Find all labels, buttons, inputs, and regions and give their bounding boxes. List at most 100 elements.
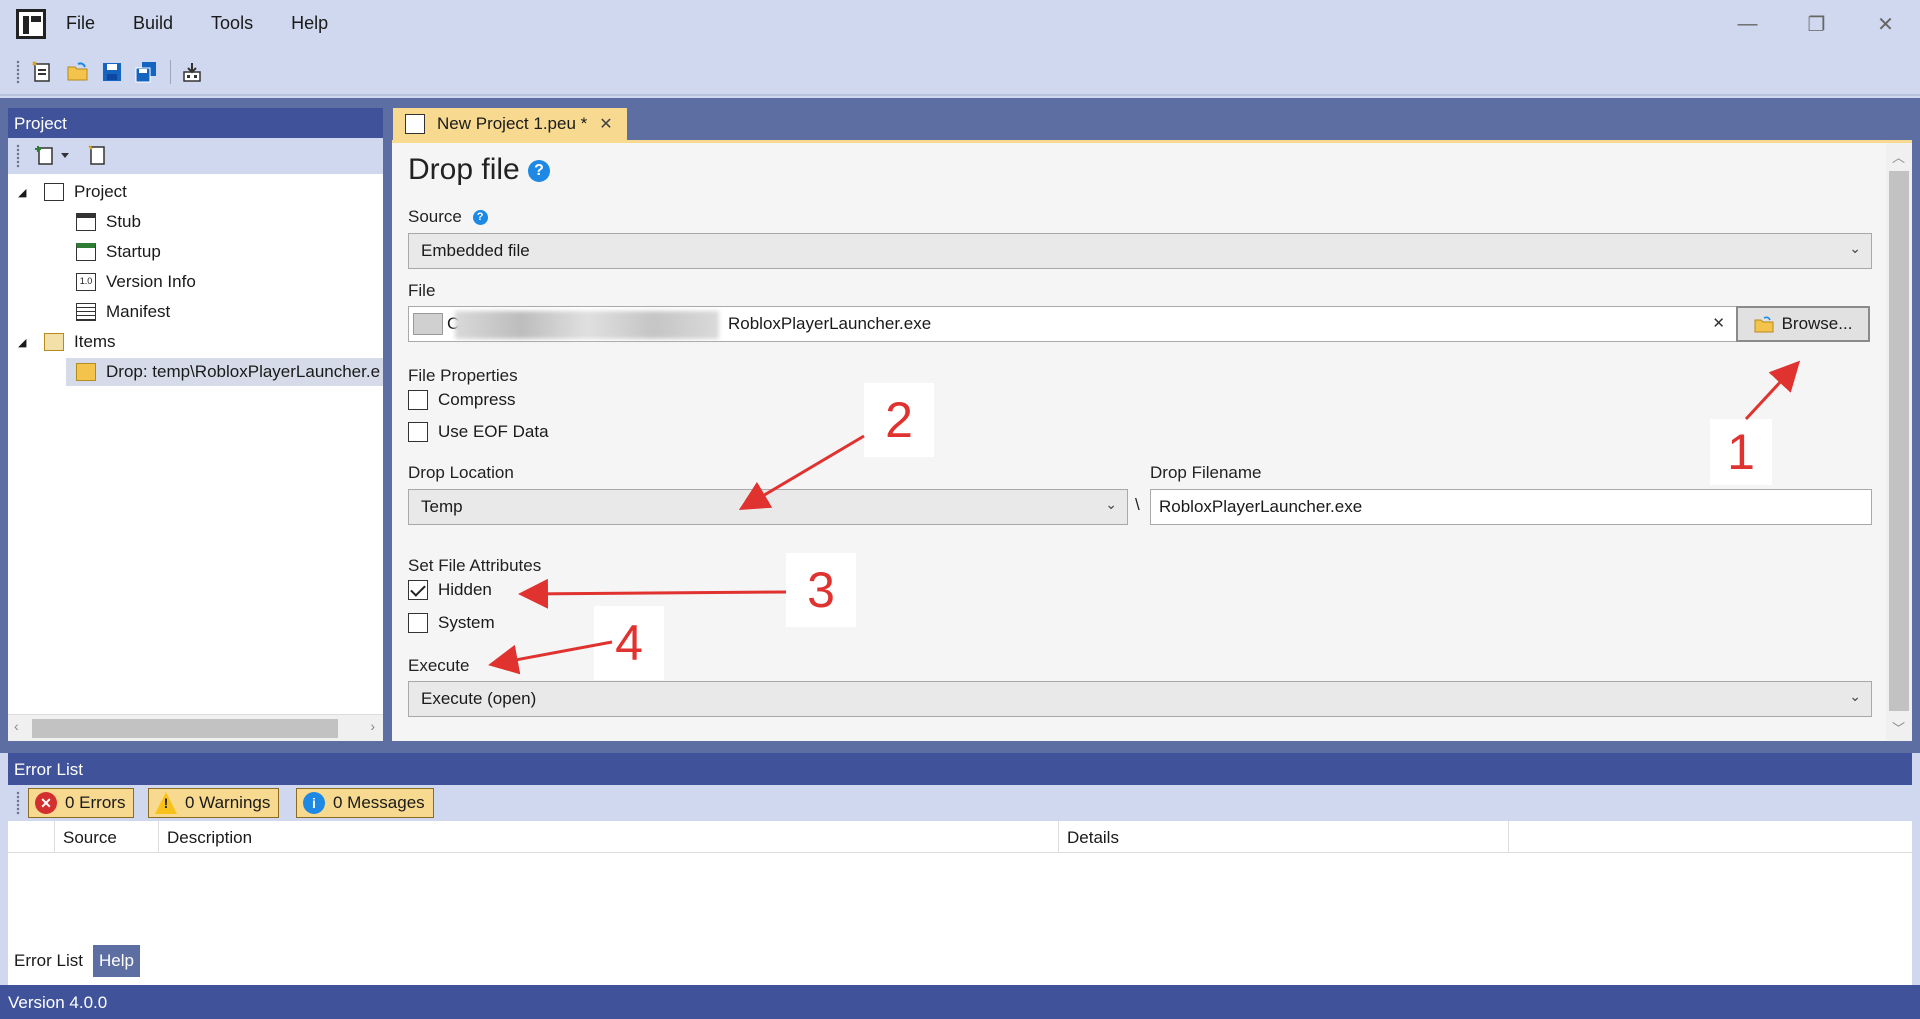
- panel-toolbar-grip[interactable]: [16, 144, 20, 168]
- title-bar: File Build Tools Help — ❐ ✕: [0, 0, 1920, 48]
- drop-location-dropdown[interactable]: Temp ⌄: [408, 489, 1128, 525]
- tree-item-items[interactable]: ◢ Items: [18, 328, 116, 356]
- compress-checkbox-box[interactable]: [408, 390, 428, 410]
- tree-item-manifest[interactable]: Manifest: [76, 298, 170, 326]
- scroll-down-icon[interactable]: ﹀: [1892, 718, 1905, 737]
- tab-help[interactable]: Help: [92, 945, 140, 977]
- tree-item-stub[interactable]: Stub: [76, 208, 141, 236]
- clear-file-icon[interactable]: ✕: [1712, 314, 1725, 332]
- hidden-checkbox-box[interactable]: [408, 580, 428, 600]
- tab-error-list[interactable]: Error List: [8, 945, 89, 977]
- menu-build[interactable]: Build: [133, 13, 173, 34]
- status-bar: Version 4.0.0: [0, 985, 1920, 1019]
- use-eof-checkbox[interactable]: Use EOF Data: [408, 422, 549, 442]
- source-dropdown[interactable]: Embedded file ⌄: [408, 233, 1872, 269]
- editor-vertical-scrollbar[interactable]: ︿ ﹀: [1886, 143, 1912, 741]
- close-tab-icon[interactable]: ✕: [599, 114, 612, 134]
- new-project-icon[interactable]: [30, 60, 54, 84]
- column-extra[interactable]: [1508, 821, 1912, 853]
- hidden-label: Hidden: [438, 580, 492, 599]
- close-window-button[interactable]: ✕: [1851, 0, 1920, 48]
- page-title-text: Drop file: [408, 153, 520, 186]
- window-icon: [76, 213, 96, 231]
- path-separator: \: [1135, 495, 1140, 514]
- project-icon: [44, 183, 64, 201]
- error-icon: ✕: [35, 792, 57, 814]
- app-logo-icon: [16, 9, 46, 39]
- error-toolbar-grip[interactable]: [16, 791, 20, 815]
- column-details[interactable]: Details: [1058, 821, 1508, 853]
- tree-item-drop-file[interactable]: Drop: temp\RobloxPlayerLauncher.e: [66, 358, 383, 386]
- column-description[interactable]: Description: [158, 821, 1058, 853]
- help-icon[interactable]: ?: [528, 160, 551, 183]
- scroll-left-icon[interactable]: ‹: [14, 718, 19, 734]
- compress-checkbox[interactable]: Compress: [408, 390, 515, 410]
- save-all-icon[interactable]: [134, 60, 158, 84]
- manifest-icon: [76, 303, 96, 321]
- expand-arrow-icon[interactable]: ◢: [18, 186, 32, 199]
- window-controls: — ❐ ✕: [1713, 0, 1920, 48]
- error-list-toolbar: ✕ 0 Errors ! 0 Warnings i 0 Messages: [8, 785, 1912, 821]
- project-panel: Project ◢ Project Stub Startup 1.0 Versi…: [8, 108, 383, 741]
- tree-item-startup[interactable]: Startup: [76, 238, 161, 266]
- tree-item-label: Stub: [106, 212, 141, 231]
- file-properties-label: File Properties: [408, 366, 518, 385]
- annotation-number-2: 2: [864, 383, 934, 457]
- tree-item-project[interactable]: ◢ Project: [18, 178, 127, 206]
- messages-filter-button[interactable]: i 0 Messages: [296, 788, 434, 818]
- document-tab[interactable]: New Project 1.peu * ✕: [393, 108, 627, 140]
- project-horizontal-scrollbar[interactable]: ‹ ›: [8, 714, 383, 741]
- hidden-checkbox[interactable]: Hidden: [408, 580, 492, 600]
- execute-dropdown[interactable]: Execute (open) ⌄: [408, 681, 1872, 717]
- startup-icon: [76, 243, 96, 261]
- source-dropdown-value: Embedded file: [421, 241, 530, 260]
- browse-button[interactable]: Browse...: [1736, 306, 1870, 342]
- system-checkbox[interactable]: System: [408, 613, 495, 633]
- scrollbar-thumb[interactable]: [32, 719, 338, 738]
- warnings-filter-button[interactable]: ! 0 Warnings: [148, 788, 280, 818]
- minimize-button[interactable]: —: [1713, 0, 1782, 48]
- open-folder-icon: [1754, 316, 1774, 333]
- tree-item-label: Manifest: [106, 302, 171, 321]
- add-document-icon[interactable]: [86, 144, 108, 166]
- chevron-down-icon: ⌄: [1849, 688, 1861, 704]
- menu-file[interactable]: File: [66, 13, 95, 34]
- source-label: Source ?: [408, 207, 488, 227]
- add-item-icon[interactable]: [34, 144, 56, 166]
- project-tree: ◢ Project Stub Startup 1.0 Version Info: [8, 174, 383, 714]
- info-icon: i: [303, 792, 325, 814]
- execute-label: Execute: [408, 656, 470, 675]
- menu-help[interactable]: Help: [291, 13, 328, 34]
- open-folder-icon[interactable]: [66, 60, 90, 84]
- annotation-arrow-3: [518, 578, 787, 609]
- expand-arrow-icon[interactable]: ◢: [18, 336, 32, 349]
- project-panel-title: Project: [8, 108, 383, 138]
- attributes-label: Set File Attributes: [408, 556, 542, 575]
- menu-tools[interactable]: Tools: [211, 13, 253, 34]
- tree-item-version-info[interactable]: 1.0 Version Info: [76, 268, 196, 296]
- dropdown-arrow-icon[interactable]: [60, 150, 70, 160]
- annotation-arrow-1: [1744, 360, 1801, 421]
- errors-filter-button[interactable]: ✕ 0 Errors: [28, 788, 135, 818]
- scroll-up-icon[interactable]: ︿: [1892, 147, 1905, 166]
- source-help-icon[interactable]: ?: [472, 210, 488, 226]
- system-checkbox-box[interactable]: [408, 613, 428, 633]
- source-label-text: Source: [408, 207, 462, 226]
- scroll-right-icon[interactable]: ›: [370, 718, 375, 734]
- restore-button[interactable]: ❐: [1782, 0, 1851, 48]
- annotation-number-3: 3: [786, 553, 856, 627]
- file-path-field[interactable]: C RobloxPlayerLauncher.exe ✕: [408, 306, 1738, 342]
- save-icon[interactable]: [100, 60, 124, 84]
- column-source[interactable]: Source: [54, 821, 158, 853]
- drop-filename-field[interactable]: RobloxPlayerLauncher.exe: [1150, 489, 1872, 525]
- folder-icon: [44, 333, 64, 351]
- column-icon[interactable]: [8, 821, 54, 853]
- tree-item-label: Drop: temp\RobloxPlayerLauncher.e: [106, 362, 381, 381]
- toolbar-grip[interactable]: [16, 60, 20, 84]
- tree-item-label: Version Info: [106, 272, 196, 291]
- scrollbar-thumb[interactable]: [1889, 171, 1909, 711]
- use-eof-checkbox-box[interactable]: [408, 422, 428, 442]
- build-icon[interactable]: [180, 60, 204, 84]
- version-info-icon: 1.0: [76, 273, 96, 291]
- error-list-title: Error List: [8, 753, 1912, 785]
